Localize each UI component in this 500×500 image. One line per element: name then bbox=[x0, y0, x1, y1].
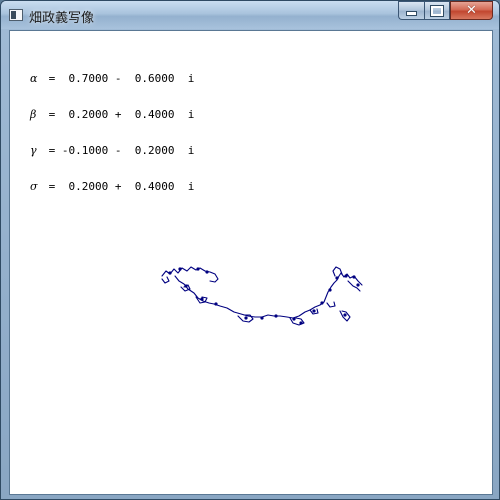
minimize-icon bbox=[406, 11, 417, 16]
curve-dot bbox=[320, 301, 324, 305]
curve-dot bbox=[244, 316, 248, 320]
window-title: 畑政義写像 bbox=[29, 11, 95, 26]
close-button[interactable]: ✕ bbox=[450, 1, 493, 20]
curve-dot bbox=[260, 316, 264, 320]
curve-dot bbox=[312, 309, 316, 313]
curve-dot bbox=[178, 267, 182, 271]
curve-dot bbox=[328, 288, 332, 292]
curve-dot bbox=[344, 274, 348, 278]
close-icon: ✕ bbox=[466, 3, 477, 18]
title-bar[interactable]: 畑政義写像 ✕ bbox=[1, 1, 499, 29]
app-icon[interactable] bbox=[9, 9, 23, 21]
curve-dot bbox=[292, 317, 296, 321]
curve-dot bbox=[356, 283, 360, 287]
minimize-button[interactable] bbox=[398, 1, 424, 20]
maximize-button[interactable] bbox=[424, 1, 450, 20]
curve-dot bbox=[335, 276, 339, 280]
window-controls: ✕ bbox=[398, 1, 493, 21]
curve-dot bbox=[214, 302, 218, 306]
fractal-curve bbox=[161, 266, 363, 326]
curve-dot bbox=[274, 314, 278, 318]
curve-dot bbox=[352, 275, 356, 279]
curve-dot bbox=[205, 270, 209, 274]
app-window: 畑政義写像 ✕ α = 0.7000 - 0.6000 i β = 0.2000… bbox=[0, 0, 500, 500]
maximize-icon bbox=[430, 4, 444, 17]
curve-dot bbox=[168, 271, 172, 275]
curve-dot bbox=[299, 321, 303, 325]
curve-dot bbox=[343, 313, 347, 317]
curve-dot bbox=[200, 297, 204, 301]
curve-dot bbox=[184, 284, 188, 288]
canvas-area: α = 0.7000 - 0.6000 i β = 0.2000 + 0.400… bbox=[9, 30, 493, 495]
curve-dot bbox=[196, 267, 200, 271]
